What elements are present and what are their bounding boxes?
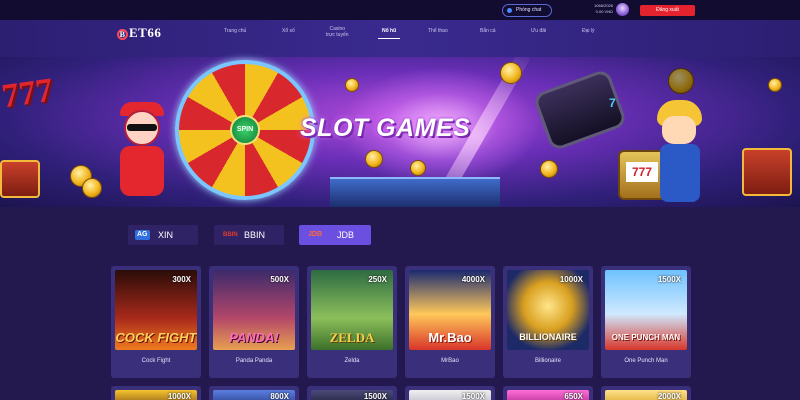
- banner-stage: [330, 177, 500, 207]
- game-thumbnail: 2000X: [605, 390, 687, 400]
- top-bar: Phòng chat 1066/2026 0.00 VND Đăng xuất: [0, 0, 800, 20]
- coin-icon: [540, 160, 558, 178]
- game-thumbnail: 1500X: [311, 390, 393, 400]
- nav-item-promotions[interactable]: Ưu đãi: [531, 28, 546, 34]
- coin-icon: [345, 78, 359, 92]
- coin-icon: [82, 178, 102, 198]
- user-balance: 0.00 VND: [595, 9, 613, 14]
- game-card-one-punch-man[interactable]: 1500X ONE PUNCH MAN One Punch Man: [601, 266, 691, 378]
- game-card[interactable]: 1500X: [405, 386, 495, 400]
- game-card[interactable]: 650X: [503, 386, 593, 400]
- jdb-logo-icon: JDB: [308, 231, 323, 238]
- game-thumbnail: 1000X BILLIONAIRE: [507, 270, 589, 350]
- game-thumbnail: 300X COCK FIGHT: [115, 270, 197, 350]
- game-card[interactable]: 2000X: [601, 386, 691, 400]
- game-thumbnail: 500X PANDA!: [213, 270, 295, 350]
- multiplier-badge: 1500X: [657, 275, 681, 284]
- multiplier-badge: 1000X: [559, 275, 583, 284]
- game-thumbnail: 4000X Mr.Bao: [409, 270, 491, 350]
- game-art-title: BILLIONAIRE: [519, 332, 577, 342]
- bbin-logo-icon: BBIN: [223, 232, 238, 238]
- seven-symbol: 7: [609, 96, 616, 110]
- game-card-mrbao[interactable]: 4000X Mr.Bao MrBao: [405, 266, 495, 378]
- multiplier-badge: 650X: [564, 392, 583, 400]
- game-thumbnail: 1500X: [409, 390, 491, 400]
- multiplier-badge: 4000X: [461, 275, 485, 284]
- game-card-cock-fight[interactable]: 300X COCK FIGHT Cock Fight: [111, 266, 201, 378]
- coin-icon: [410, 160, 426, 176]
- game-card[interactable]: 800X: [209, 386, 299, 400]
- provider-tab-label: BBIN: [244, 230, 266, 240]
- provider-tab-xin[interactable]: AG XIN: [128, 225, 198, 245]
- multiplier-badge: 250X: [368, 275, 387, 284]
- logo-mark: B: [117, 29, 128, 40]
- avatar[interactable]: [616, 3, 629, 16]
- banner-title: SLOT GAMES: [300, 114, 471, 142]
- game-thumbnail: 1000X: [115, 390, 197, 400]
- provider-tab-jdb[interactable]: JDB JDB: [299, 225, 371, 245]
- multiplier-badge: 500X: [270, 275, 289, 284]
- game-name: Zelda: [344, 358, 360, 364]
- spin-button-graphic: SPIN: [230, 115, 260, 145]
- logout-button[interactable]: Đăng xuất: [640, 5, 695, 16]
- game-art-title: ZELDA: [329, 330, 375, 345]
- game-thumbnail: 250X ZELDA: [311, 270, 393, 350]
- nav-item-sports[interactable]: Thể thao: [428, 28, 448, 34]
- game-name: Panda Panda: [235, 358, 273, 364]
- ag-logo-icon: AG: [135, 230, 150, 240]
- game-card[interactable]: 1000X: [111, 386, 201, 400]
- game-thumbnail: 1500X ONE PUNCH MAN: [605, 270, 687, 350]
- game-name: Billionaire: [534, 358, 561, 364]
- game-thumbnail: 650X: [507, 390, 589, 400]
- nav-item-home[interactable]: Trang chủ: [224, 28, 246, 34]
- coin-icon: [500, 62, 522, 84]
- provider-tab-bbin[interactable]: BBIN BBIN: [214, 225, 284, 245]
- coin-icon: [768, 78, 782, 92]
- game-name: Cock Fight: [141, 358, 171, 364]
- multiplier-badge: 2000X: [657, 392, 681, 400]
- logo-text: ET66: [129, 25, 162, 40]
- lucky-777-graphic: 777: [0, 71, 56, 116]
- game-art-title: PANDA!: [229, 330, 279, 345]
- multiplier-badge: 800X: [270, 392, 289, 400]
- game-name: One Punch Man: [624, 358, 668, 364]
- coin-icon: [668, 68, 694, 94]
- treasure-chest-icon: [0, 160, 40, 198]
- live-chat-button[interactable]: Phòng chat: [502, 4, 552, 17]
- provider-tab-label: XIN: [158, 230, 174, 240]
- game-card[interactable]: 1500X: [307, 386, 397, 400]
- user-info: 1066/2026 0.00 VND: [583, 3, 613, 15]
- game-name: MrBao: [441, 358, 459, 364]
- multiplier-badge: 1000X: [167, 392, 191, 400]
- game-card-billionaire[interactable]: 1000X BILLIONAIRE Billionaire: [503, 266, 593, 378]
- coin-icon: [365, 150, 383, 168]
- game-thumbnail: 800X: [213, 390, 295, 400]
- multiplier-badge: 300X: [172, 275, 191, 284]
- game-card-zelda[interactable]: 250X ZELDA Zelda: [307, 266, 397, 378]
- game-art-title: Mr.Bao: [428, 330, 472, 345]
- nav-item-agent[interactable]: Đại lý: [582, 28, 595, 34]
- nav-item-lottery[interactable]: Xổ số: [282, 28, 295, 34]
- multiplier-badge: 1500X: [461, 392, 485, 400]
- nav-item-fishing[interactable]: Bắn cá: [480, 28, 496, 34]
- game-art-title: COCK FIGHT: [115, 330, 197, 345]
- multiplier-badge: 1500X: [363, 392, 387, 400]
- hero-character: [652, 100, 712, 205]
- game-card-panda-panda[interactable]: 500X PANDA! Panda Panda: [209, 266, 299, 378]
- live-chat-label: Phòng chat: [516, 7, 542, 13]
- nav-item-live-casino[interactable]: Casino trực tuyến: [326, 26, 349, 38]
- bet66-logo[interactable]: B ET66: [117, 25, 161, 41]
- nav-item-slots[interactable]: Nổ hũ: [377, 28, 401, 39]
- clown-character: [112, 102, 174, 200]
- treasure-chest-icon: [742, 148, 792, 196]
- game-art-title: ONE PUNCH MAN: [611, 333, 681, 342]
- chat-icon: [507, 8, 512, 13]
- provider-tab-label: JDB: [337, 230, 355, 240]
